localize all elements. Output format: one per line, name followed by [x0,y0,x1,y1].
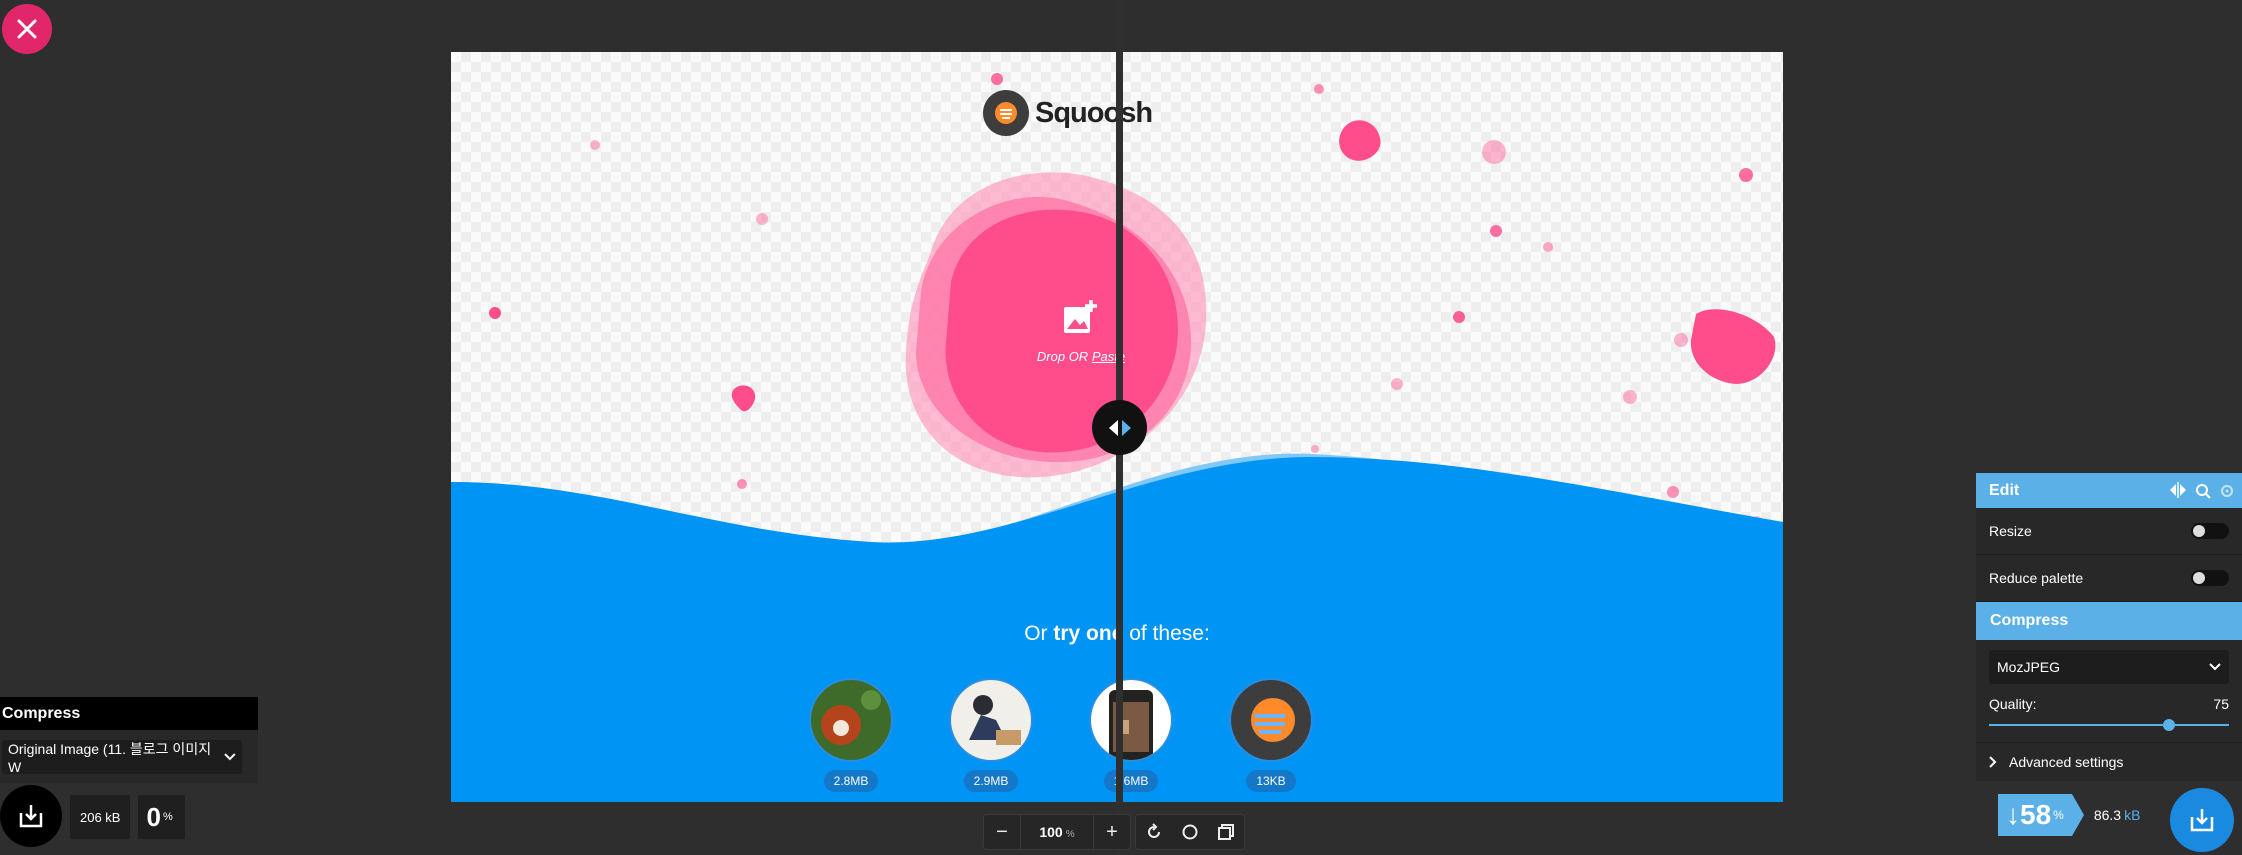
codec-select[interactable]: MozJPEG [1989,650,2229,684]
logo-text: Squoosh [1035,96,1153,129]
compress-header: Compress [1976,602,2242,640]
sample-size: 1.6MB [1103,770,1159,792]
reduce-palette-toggle[interactable] [2191,570,2229,586]
split-view-icon[interactable] [2168,481,2188,498]
split-arrows-icon [1108,419,1131,436]
artist-photo-icon [949,678,1033,762]
resize-row: Resize [1976,508,2242,555]
download-icon [19,805,43,828]
circle-icon [1182,824,1198,840]
squoosh-logo-icon [983,90,1029,136]
left-compress-header: Compress [0,697,258,730]
size-reduction-badge: ↓ 58% [1998,794,2084,836]
phone-screenshot-icon [1089,678,1173,762]
left-results: 206 kB 0% [0,785,185,847]
sample-size: 13KB [1246,770,1296,792]
zoom-value[interactable]: 100% [1020,815,1094,849]
rotate-icon [1148,823,1160,838]
close-button[interactable] [2,4,52,54]
right-download-button[interactable] [2170,788,2234,852]
output-size: 86.3 kB [2093,807,2141,823]
reduce-palette-label: Reduce palette [1989,570,2084,586]
zoom-toolbar: − 100% + [983,814,1245,850]
squoosh-logo-sample-icon [1229,678,1313,762]
download-icon [2190,809,2214,832]
chevron-down-icon [224,752,236,760]
sample-artist[interactable]: 2.9MB [949,678,1033,792]
drop-text: Drop OR [1036,349,1089,364]
advanced-settings-label: Advanced settings [2009,754,2124,770]
sample-size: 2.9MB [963,770,1019,792]
left-download-button[interactable] [0,785,62,847]
rotate-button[interactable] [1136,815,1172,849]
sample-red-panda[interactable]: 2.8MB [809,678,893,792]
reduce-palette-row: Reduce palette [1976,555,2242,602]
sample-phone[interactable]: 1.6MB [1089,678,1173,792]
quality-value: 75 [2213,696,2229,712]
quality-slider-thumb[interactable] [2163,719,2175,731]
left-codec-value: Original Image (11. 블로그 이미지 W [8,740,212,775]
left-file-size: 206 kB [70,795,131,839]
resize-toggle[interactable] [2191,523,2229,539]
quality-control: Quality: 75 [1976,694,2242,742]
left-percent: 0% [138,795,185,839]
close-icon [17,19,37,39]
right-options-panel: Edit Resize Reduce palette Compress MozJ… [1976,473,2242,781]
sample-size: 2.8MB [823,770,879,792]
quality-label: Quality: [1989,696,2037,712]
compare-mode-button[interactable] [1208,815,1244,849]
squoosh-logo: Squoosh [983,90,1153,136]
compare-handle[interactable] [1092,400,1147,455]
plus-icon: + [1106,820,1118,843]
chevron-down-icon [2209,663,2221,671]
edit-header: Edit [1976,473,2242,508]
codec-value: MozJPEG [1997,659,2061,675]
minus-icon: − [996,820,1008,843]
zoom-out-button[interactable]: − [984,815,1020,849]
sample-logo[interactable]: 13KB [1229,678,1313,792]
zoom-in-button[interactable]: + [1094,815,1130,849]
drop-area[interactable]: Drop OR Paste [981,298,1181,364]
layers-icon [1218,824,1234,840]
advanced-settings-toggle[interactable]: Advanced settings [1976,742,2242,781]
left-options-panel: Compress Original Image (11. 블로그 이미지 W [0,697,258,783]
red-panda-photo-icon [809,678,893,762]
copy-settings-icon[interactable] [2194,482,2212,500]
right-results: ↓ 58% 86.3 kB [1998,794,2140,836]
left-codec-select[interactable]: Original Image (11. 블로그 이미지 W [2,739,242,775]
background-toggle-button[interactable] [1172,815,1208,849]
resize-label: Resize [1989,523,2032,539]
add-image-icon [1064,300,1097,333]
chevron-right-icon [1989,756,1997,768]
quality-slider[interactable] [1989,718,2229,732]
settings-gear-icon[interactable] [2218,482,2236,500]
